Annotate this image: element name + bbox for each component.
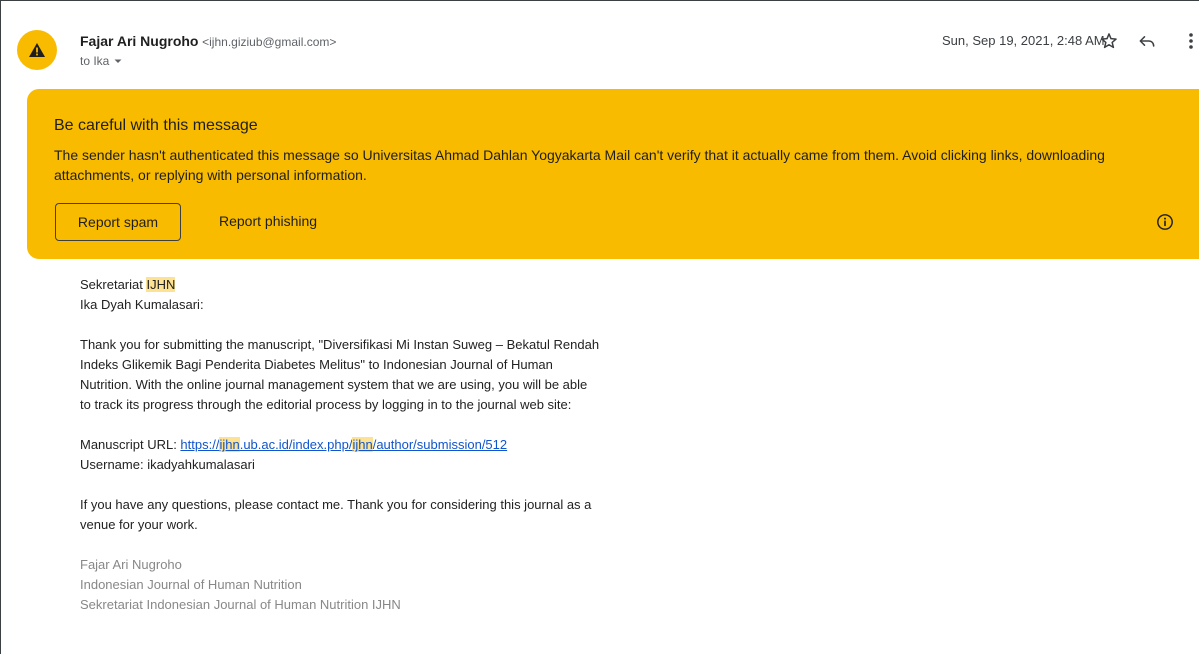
signature-name: Fajar Ari Nugroho	[80, 557, 182, 572]
recipient-dropdown[interactable]: to Ika	[80, 54, 123, 68]
search-highlight: ijhn	[352, 437, 373, 452]
greeting-text: Sekretariat	[80, 277, 147, 292]
email-body: Sekretariat IJHN Ika Dyah Kumalasari: Th…	[80, 275, 600, 615]
username-line: Username: ikadyahkumalasari	[80, 457, 255, 472]
warning-title: Be careful with this message	[54, 117, 258, 134]
caret-down-icon	[114, 59, 122, 63]
search-highlight: IJHN	[146, 277, 176, 292]
search-highlight: ijhn	[219, 437, 240, 452]
report-spam-button[interactable]: Report spam	[55, 203, 181, 241]
recipient-label: to Ika	[80, 54, 110, 68]
report-phishing-button[interactable]: Report phishing	[219, 213, 317, 229]
link-part: https://	[180, 437, 220, 452]
signature-cut-line: Sekretariat Indonesian Journal of Human …	[80, 597, 401, 612]
warning-triangle-icon	[29, 43, 45, 57]
email-view: Fajar Ari Nugroho <ijhn.giziub@gmail.com…	[0, 0, 1199, 654]
reply-icon	[1139, 36, 1155, 47]
sender-line: Fajar Ari Nugroho <ijhn.giziub@gmail.com…	[80, 33, 336, 49]
greeting-line: Sekretariat IJHN	[80, 275, 600, 295]
security-warning-banner: Be careful with this message The sender …	[27, 89, 1199, 259]
sender-name[interactable]: Fajar Ari Nugroho	[80, 33, 199, 49]
info-icon	[1157, 214, 1173, 230]
link-part: /author/submission/512	[372, 437, 508, 452]
manuscript-link[interactable]: https://ijhn.ub.ac.id/index.php/ijhn/aut…	[180, 437, 507, 452]
paragraph-closing: If you have any questions, please contac…	[80, 497, 592, 532]
warning-text: The sender hasn't authenticated this mes…	[54, 147, 1105, 183]
email-date: Sun, Sep 19, 2021, 2:48 AM	[942, 33, 1105, 48]
signature-journal: Indonesian Journal of Human Nutrition	[80, 577, 302, 592]
url-label: Manuscript URL:	[80, 437, 181, 452]
link-part: .ub.ac.id/index.php/	[239, 437, 353, 452]
manuscript-url-line: Manuscript URL: https://ijhn.ub.ac.id/in…	[80, 435, 600, 455]
sender-email: <ijhn.giziub@gmail.com>	[202, 35, 337, 49]
info-button[interactable]	[1155, 212, 1175, 232]
sender-avatar[interactable]	[17, 30, 57, 70]
paragraph-submission: Thank you for submitting the manuscript,…	[80, 337, 600, 412]
reply-button[interactable]	[1135, 29, 1159, 53]
more-options-button[interactable]	[1179, 29, 1199, 53]
more-vert-icon	[1189, 33, 1193, 49]
addressee: Ika Dyah Kumalasari:	[80, 297, 204, 312]
star-icon	[1101, 33, 1117, 49]
star-button[interactable]	[1097, 29, 1121, 53]
